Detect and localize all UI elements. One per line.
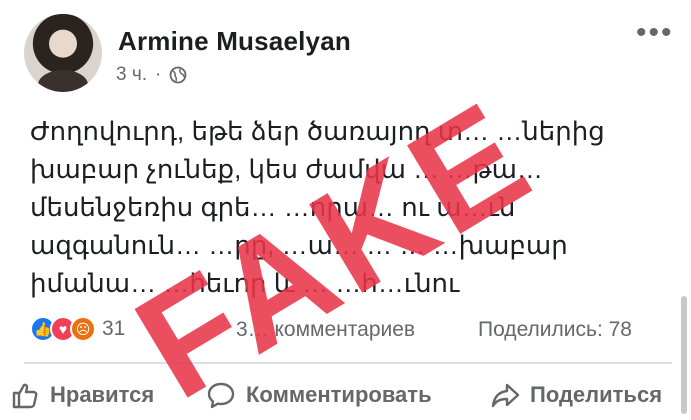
post-text-line: Ժողովուրդ, եթե ձեր ծառայող տ… …ներից [30, 116, 605, 146]
globe-icon [169, 66, 187, 84]
thumbs-up-icon [12, 383, 38, 409]
facebook-post: Armine Musaelyan 3 ч. · ••• Ժողովուրդ, ե… [0, 0, 691, 420]
action-bar: Нравится Комментировать Поделиться [0, 378, 691, 420]
share-button[interactable]: Поделиться [490, 380, 662, 410]
post-meta: 3 ч. · [116, 64, 187, 86]
post-text: Ժողովուրդ, եթե ձեր ծառայող տ… …ներից խաբ… [30, 112, 630, 302]
scrollbar[interactable] [681, 296, 687, 414]
author-name[interactable]: Armine Musaelyan [118, 26, 351, 57]
comment-icon [207, 382, 235, 409]
reaction-count[interactable]: 31 [102, 317, 125, 341]
angry-icon: ☹ [70, 316, 96, 342]
comments-count[interactable]: 3… комментариев [236, 318, 415, 342]
post-text-line: խաբար չունեք, կես ժամվա … …թա… [30, 154, 543, 184]
post-text-line: իմանա… …հեւոր և … …հ…ւնու [30, 268, 460, 298]
share-label: Поделиться [530, 382, 663, 407]
like-button[interactable]: Нравится [10, 380, 154, 410]
post-text-line: մեսենջեռիս գրե… …որա… ու ա…ւն [30, 192, 516, 222]
more-options-icon[interactable]: ••• [636, 18, 674, 48]
divider [24, 362, 672, 364]
reactions-summary[interactable]: 👍 ♥ ☹ 31 [30, 316, 125, 342]
comment-button[interactable]: Комментировать [206, 380, 432, 410]
post-time[interactable]: 3 ч. [116, 64, 147, 86]
shares-count[interactable]: Поделились: 78 [478, 318, 632, 342]
meta-separator: · [155, 64, 162, 85]
avatar-shoulders [38, 70, 88, 92]
post-text-line: ազգանուն… …րը, …ա… … … …խաբար [30, 230, 568, 260]
share-icon [491, 383, 520, 408]
avatar[interactable] [24, 14, 102, 92]
like-label: Нравится [50, 382, 155, 407]
comment-label: Комментировать [246, 382, 432, 407]
